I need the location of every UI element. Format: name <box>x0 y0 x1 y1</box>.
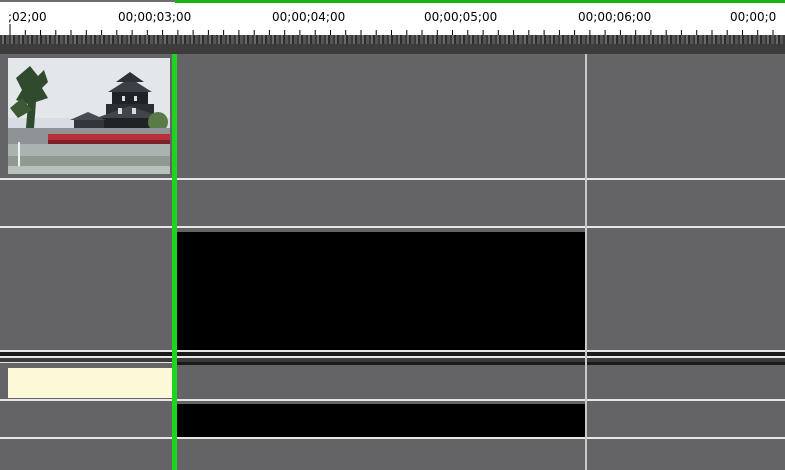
black-audio-clip[interactable] <box>177 404 585 437</box>
track-top-border <box>177 362 785 365</box>
title-clip[interactable] <box>8 368 172 398</box>
video-clip[interactable] <box>8 58 170 174</box>
ruler-bottom-bar <box>0 44 785 54</box>
playhead[interactable] <box>172 54 177 470</box>
ruler-texture <box>0 35 785 44</box>
ruler-label: 00;00;05;00 <box>424 10 498 24</box>
castle-photo-thumbnail <box>8 58 170 174</box>
black-video-clip[interactable] <box>177 232 585 350</box>
ruler-label: 00;00;03;00 <box>118 10 192 24</box>
ruler-label: 00;00;06;00 <box>578 10 652 24</box>
time-ruler[interactable]: ;02;00 00;00;03;00 00;00;04;00 00;00;05;… <box>0 0 785 44</box>
video-track-2[interactable] <box>0 180 785 226</box>
ruler-label: 00;00;0 <box>730 10 777 24</box>
playback-range-indicator <box>175 0 785 3</box>
audio-track-3[interactable] <box>0 439 785 470</box>
timeline-panel[interactable]: ;02;00 00;00;03;00 00;00;04;00 00;00;05;… <box>0 0 785 470</box>
ruler-label: 00;00;04;00 <box>272 10 346 24</box>
edit-marker-line[interactable] <box>585 54 587 470</box>
ruler-label: ;02;00 <box>8 10 47 24</box>
